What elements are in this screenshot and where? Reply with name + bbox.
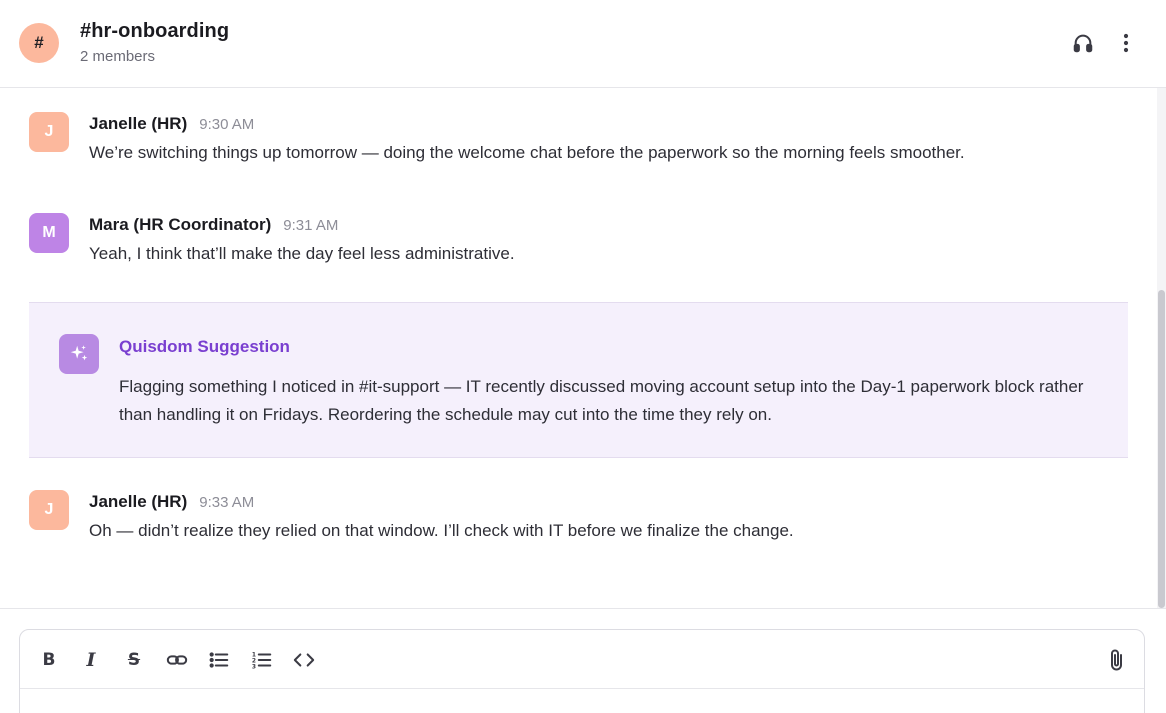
ai-suggestion-card: Quisdom Suggestion Flagging something I …	[29, 302, 1128, 458]
channel-avatar: #	[19, 23, 59, 63]
formatting-toolbar: B I S 1 2 3	[20, 630, 1144, 689]
bulleted-list-icon[interactable]	[205, 646, 233, 674]
avatar[interactable]: M	[29, 213, 69, 253]
author-name[interactable]: Janelle (HR)	[89, 114, 187, 133]
headphones-icon[interactable]	[1070, 30, 1096, 56]
message-time: 9:30 AM	[199, 116, 255, 133]
author-name[interactable]: Janelle (HR)	[89, 492, 187, 511]
scrollbar-thumb[interactable]	[1158, 290, 1165, 608]
message-text: Oh — didn’t realize they relied on that …	[89, 521, 794, 540]
author-name[interactable]: Mara (HR Coordinator)	[89, 215, 271, 234]
message-text: Yeah, I think that’ll make the day feel …	[89, 244, 515, 263]
more-vertical-icon[interactable]	[1113, 30, 1139, 56]
svg-text:3: 3	[252, 663, 256, 670]
avatar[interactable]: J	[29, 112, 69, 152]
code-icon[interactable]	[290, 646, 318, 674]
italic-icon[interactable]: I	[77, 646, 105, 674]
link-icon[interactable]	[163, 646, 191, 674]
strikethrough-icon[interactable]: S	[120, 646, 148, 674]
message-author[interactable]: Mara (HR Coordinator) 9:31 AM	[89, 215, 338, 235]
suggestion-text: Flagging something I noticed in #it-supp…	[119, 377, 1084, 424]
avatar[interactable]: J	[29, 490, 69, 530]
member-count[interactable]: 2 members	[80, 48, 155, 65]
suggestion-title: Quisdom Suggestion	[119, 337, 290, 356]
message-time: 9:31 AM	[283, 217, 339, 234]
channel-header: # #hr-onboarding 2 members	[0, 0, 1166, 88]
message-composer[interactable]: B I S 1 2 3	[19, 629, 1145, 713]
channel-title: #hr-onboarding	[80, 20, 230, 42]
sparkles-icon	[59, 334, 99, 374]
message-time: 9:33 AM	[199, 494, 255, 511]
message-author[interactable]: Janelle (HR) 9:33 AM	[89, 492, 254, 512]
message-author[interactable]: Janelle (HR) 9:30 AM	[89, 114, 254, 134]
attach-icon[interactable]	[1103, 646, 1131, 674]
message-text: We’re switching things up tomorrow — doi…	[89, 143, 965, 162]
composer-divider	[0, 608, 1166, 609]
numbered-list-icon[interactable]: 1 2 3	[248, 646, 276, 674]
bold-icon[interactable]: B	[35, 646, 63, 674]
